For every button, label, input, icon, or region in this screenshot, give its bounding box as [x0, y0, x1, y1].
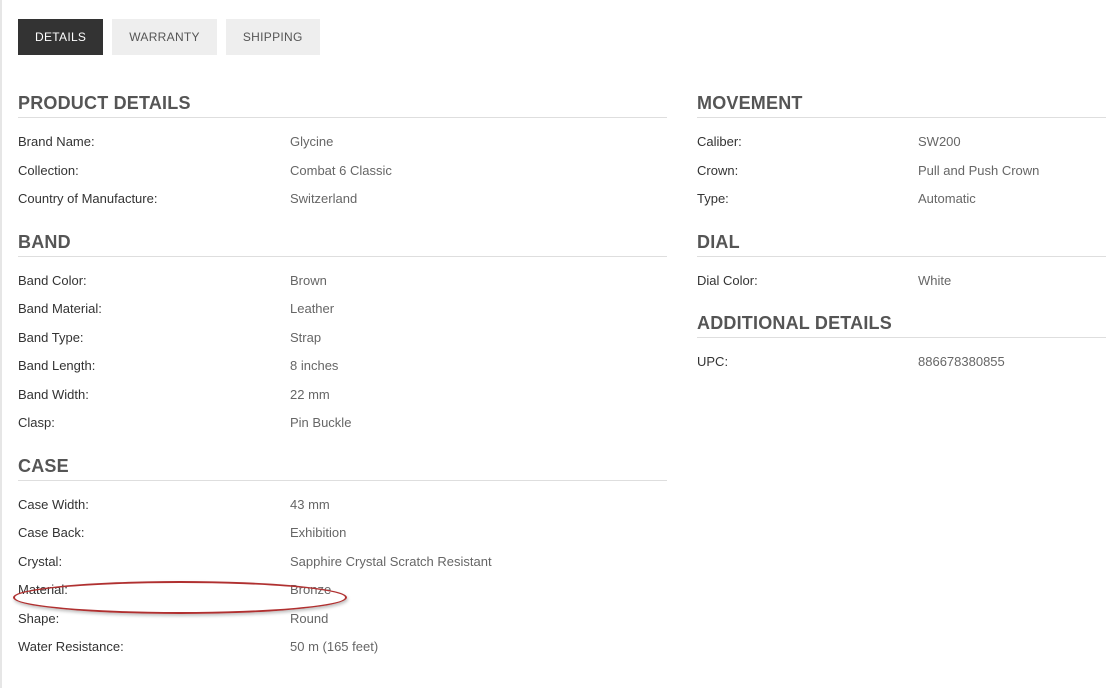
spec-row-case-width: Case Width: 43 mm: [18, 491, 667, 520]
spec-value: 50 m (165 feet): [290, 639, 379, 654]
spec-value: Switzerland: [290, 191, 358, 206]
spec-row-band-color: Band Color: Brown: [18, 267, 667, 296]
section-dial: DIAL Dial Color: White: [697, 228, 1106, 296]
spec-label: Band Material:: [18, 301, 102, 316]
section-title: MOVEMENT: [697, 89, 1106, 118]
spec-row-crystal: Crystal: Sapphire Crystal Scratch Resist…: [18, 548, 667, 577]
section-additional-details: ADDITIONAL DETAILS UPC: 886678380855: [697, 309, 1106, 377]
spec-label: Band Color:: [18, 272, 87, 288]
spec-row-band-type: Band Type: Strap: [18, 324, 667, 353]
spec-value: Brown: [290, 272, 327, 288]
spec-label: Water Resistance:: [18, 639, 124, 654]
spec-row-band-length: Band Length: 8 inches: [18, 352, 667, 381]
spec-label: Material:: [18, 582, 68, 597]
spec-value: Leather: [290, 301, 335, 316]
spec-row-upc: UPC: 886678380855: [697, 348, 1106, 377]
tab-bar: DETAILS WARRANTY SHIPPING: [18, 19, 320, 55]
spec-row-caliber: Caliber: SW200: [697, 128, 1106, 157]
page-left-border: [0, 0, 2, 688]
spec-row-collection: Collection: Combat 6 Classic: [18, 157, 667, 186]
spec-label: Case Back:: [18, 525, 85, 540]
section-product-details: PRODUCT DETAILS Brand Name: Glycine Coll…: [18, 89, 667, 214]
right-column: MOVEMENT Caliber: SW200 Crown: Pull and …: [697, 89, 1106, 377]
spec-value: Round: [290, 610, 329, 626]
spec-row-shape: Shape: Round: [18, 605, 667, 634]
spec-row-brand-name: Brand Name: Glycine: [18, 128, 667, 157]
spec-label: UPC:: [697, 354, 729, 369]
section-title: BAND: [18, 228, 667, 257]
spec-value: Bronze: [290, 582, 332, 597]
spec-value: Pull and Push Crown: [918, 162, 1040, 178]
spec-row-crown: Crown: Pull and Push Crown: [697, 157, 1106, 186]
spec-label: Crystal:: [18, 553, 63, 569]
spec-row-country: Country of Manufacture: Switzerland: [18, 185, 667, 214]
section-title: PRODUCT DETAILS: [18, 89, 667, 118]
spec-value: Strap: [290, 329, 322, 345]
spec-label: Band Width:: [18, 386, 89, 402]
spec-label: Band Type:: [18, 329, 84, 345]
spec-label: Dial Color:: [697, 272, 758, 288]
spec-value: 8 inches: [290, 358, 339, 373]
tab-warranty[interactable]: WARRANTY: [112, 19, 217, 55]
spec-label: Caliber:: [697, 134, 742, 149]
spec-row-band-material: Band Material: Leather: [18, 295, 667, 324]
spec-label: Brand Name:: [18, 134, 95, 149]
spec-label: Crown:: [697, 162, 739, 178]
spec-row-material: Material: Bronze: [18, 576, 667, 605]
spec-value: Combat 6 Classic: [290, 162, 392, 178]
spec-row-case-back: Case Back: Exhibition: [18, 519, 667, 548]
spec-value: 43 mm: [290, 496, 330, 512]
spec-label: Country of Manufacture:: [18, 191, 158, 206]
spec-value: SW200: [918, 134, 961, 149]
spec-row-clasp: Clasp: Pin Buckle: [18, 409, 667, 438]
spec-row-dial-color: Dial Color: White: [697, 267, 1106, 296]
section-title: CASE: [18, 452, 667, 481]
section-title: DIAL: [697, 228, 1106, 257]
spec-label: Band Length:: [18, 358, 96, 373]
spec-value: Exhibition: [290, 525, 347, 540]
left-column: PRODUCT DETAILS Brand Name: Glycine Coll…: [18, 89, 667, 662]
section-title: ADDITIONAL DETAILS: [697, 309, 1106, 338]
section-band: BAND Band Color: Brown Band Material: Le…: [18, 228, 667, 438]
spec-value: 886678380855: [918, 354, 1005, 369]
section-movement: MOVEMENT Caliber: SW200 Crown: Pull and …: [697, 89, 1106, 214]
spec-row-band-width: Band Width: 22 mm: [18, 381, 667, 410]
spec-row-movement-type: Type: Automatic: [697, 185, 1106, 214]
spec-label: Type:: [697, 191, 729, 206]
spec-row-water-resistance: Water Resistance: 50 m (165 feet): [18, 633, 667, 662]
spec-value: Sapphire Crystal Scratch Resistant: [290, 553, 492, 569]
tab-details[interactable]: DETAILS: [18, 19, 104, 55]
spec-value: Automatic: [918, 191, 976, 206]
section-case: CASE Case Width: 43 mm Case Back: Exhibi…: [18, 452, 667, 662]
spec-label: Clasp:: [18, 415, 55, 430]
spec-value: 22 mm: [290, 386, 330, 402]
spec-label: Collection:: [18, 162, 79, 178]
spec-value: Pin Buckle: [290, 415, 352, 430]
spec-label: Shape:: [18, 610, 60, 626]
spec-value: White: [918, 272, 952, 288]
spec-label: Case Width:: [18, 496, 89, 512]
spec-value: Glycine: [290, 134, 334, 149]
tab-shipping[interactable]: SHIPPING: [225, 19, 320, 55]
